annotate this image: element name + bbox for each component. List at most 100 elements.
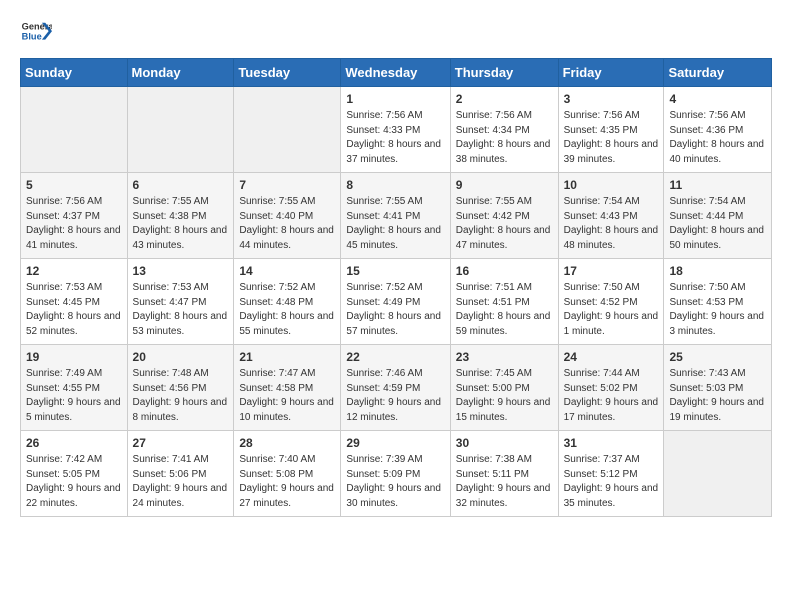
day-number: 8 xyxy=(346,178,444,192)
day-number: 20 xyxy=(133,350,229,364)
day-info: Sunrise: 7:56 AM Sunset: 4:37 PM Dayligh… xyxy=(26,195,122,253)
day-info: Sunrise: 7:50 AM Sunset: 4:53 PM Dayligh… xyxy=(669,281,766,339)
page: General Blue SundayMondayTuesdayWednesda… xyxy=(0,0,792,612)
day-number: 5 xyxy=(26,178,122,192)
day-info: Sunrise: 7:43 AM Sunset: 5:03 PM Dayligh… xyxy=(669,367,766,425)
weekday-header-thursday: Thursday xyxy=(450,59,558,87)
day-number: 17 xyxy=(564,264,659,278)
calendar-cell: 10 Sunrise: 7:54 AM Sunset: 4:43 PM Dayli… xyxy=(558,173,664,259)
day-number: 7 xyxy=(239,178,335,192)
day-number: 24 xyxy=(564,350,659,364)
calendar-cell: 3Sunrise: 7:56 AM Sunset: 4:35 PM Daylig… xyxy=(558,87,664,173)
calendar-cell: 19 Sunrise: 7:49 AM Sunset: 4:55 PM Dayli… xyxy=(21,345,128,431)
day-number: 14 xyxy=(239,264,335,278)
calendar-cell: 16 Sunrise: 7:51 AM Sunset: 4:51 PM Dayli… xyxy=(450,259,558,345)
day-number: 22 xyxy=(346,350,444,364)
calendar-cell: 6Sunrise: 7:55 AM Sunset: 4:38 PM Daylig… xyxy=(127,173,234,259)
calendar-cell: 22 Sunrise: 7:46 AM Sunset: 4:59 PM Dayli… xyxy=(341,345,450,431)
calendar-cell: 17Sunrise: 7:50 AM Sunset: 4:52 PM Dayli… xyxy=(558,259,664,345)
calendar-cell xyxy=(664,431,772,517)
calendar-cell: 11 Sunrise: 7:54 AM Sunset: 4:44 PM Dayli… xyxy=(664,173,772,259)
weekday-header-friday: Friday xyxy=(558,59,664,87)
day-info: Sunrise: 7:54 AM Sunset: 4:43 PM Dayligh… xyxy=(564,195,659,253)
day-number: 19 xyxy=(26,350,122,364)
day-info: Sunrise: 7:56 AM Sunset: 4:33 PM Dayligh… xyxy=(346,109,444,167)
calendar-cell xyxy=(127,87,234,173)
calendar-cell: 31Sunrise: 7:37 AM Sunset: 5:12 PM Dayli… xyxy=(558,431,664,517)
day-info: Sunrise: 7:55 AM Sunset: 4:40 PM Dayligh… xyxy=(239,195,335,253)
day-info: Sunrise: 7:40 AM Sunset: 5:08 PM Dayligh… xyxy=(239,453,335,511)
day-info: Sunrise: 7:53 AM Sunset: 4:45 PM Dayligh… xyxy=(26,281,122,339)
calendar-cell: 9 Sunrise: 7:55 AM Sunset: 4:42 PM Daylig… xyxy=(450,173,558,259)
day-number: 1 xyxy=(346,92,444,106)
day-number: 16 xyxy=(456,264,553,278)
weekday-header-monday: Monday xyxy=(127,59,234,87)
day-number: 25 xyxy=(669,350,766,364)
day-info: Sunrise: 7:55 AM Sunset: 4:41 PM Dayligh… xyxy=(346,195,444,253)
day-number: 3 xyxy=(564,92,659,106)
day-number: 29 xyxy=(346,436,444,450)
day-number: 6 xyxy=(133,178,229,192)
calendar-week-row: 19 Sunrise: 7:49 AM Sunset: 4:55 PM Dayli… xyxy=(21,345,772,431)
day-info: Sunrise: 7:47 AM Sunset: 4:58 PM Dayligh… xyxy=(239,367,335,425)
calendar-cell xyxy=(234,87,341,173)
calendar-week-row: 12 Sunrise: 7:53 AM Sunset: 4:45 PM Dayli… xyxy=(21,259,772,345)
weekday-header-sunday: Sunday xyxy=(21,59,128,87)
day-info: Sunrise: 7:53 AM Sunset: 4:47 PM Dayligh… xyxy=(133,281,229,339)
day-info: Sunrise: 7:41 AM Sunset: 5:06 PM Dayligh… xyxy=(133,453,229,511)
calendar-cell: 28Sunrise: 7:40 AM Sunset: 5:08 PM Dayli… xyxy=(234,431,341,517)
day-info: Sunrise: 7:51 AM Sunset: 4:51 PM Dayligh… xyxy=(456,281,553,339)
day-number: 26 xyxy=(26,436,122,450)
day-number: 11 xyxy=(669,178,766,192)
calendar-cell: 21 Sunrise: 7:47 AM Sunset: 4:58 PM Dayli… xyxy=(234,345,341,431)
day-number: 13 xyxy=(133,264,229,278)
day-info: Sunrise: 7:46 AM Sunset: 4:59 PM Dayligh… xyxy=(346,367,444,425)
calendar-cell: 24 Sunrise: 7:44 AM Sunset: 5:02 PM Dayli… xyxy=(558,345,664,431)
day-info: Sunrise: 7:54 AM Sunset: 4:44 PM Dayligh… xyxy=(669,195,766,253)
logo: General Blue xyxy=(20,16,52,48)
calendar-cell: 20 Sunrise: 7:48 AM Sunset: 4:56 PM Dayli… xyxy=(127,345,234,431)
calendar-cell: 27 Sunrise: 7:41 AM Sunset: 5:06 PM Dayli… xyxy=(127,431,234,517)
day-info: Sunrise: 7:45 AM Sunset: 5:00 PM Dayligh… xyxy=(456,367,553,425)
day-number: 12 xyxy=(26,264,122,278)
calendar-cell: 1 Sunrise: 7:56 AM Sunset: 4:33 PM Daylig… xyxy=(341,87,450,173)
calendar-cell: 8 Sunrise: 7:55 AM Sunset: 4:41 PM Daylig… xyxy=(341,173,450,259)
day-info: Sunrise: 7:38 AM Sunset: 5:11 PM Dayligh… xyxy=(456,453,553,511)
calendar-table: SundayMondayTuesdayWednesdayThursdayFrid… xyxy=(20,58,772,517)
calendar-cell: 7 Sunrise: 7:55 AM Sunset: 4:40 PM Daylig… xyxy=(234,173,341,259)
calendar-cell xyxy=(21,87,128,173)
day-number: 10 xyxy=(564,178,659,192)
day-number: 30 xyxy=(456,436,553,450)
calendar-week-row: 26 Sunrise: 7:42 AM Sunset: 5:05 PM Dayli… xyxy=(21,431,772,517)
weekday-header-tuesday: Tuesday xyxy=(234,59,341,87)
calendar-cell: 2Sunrise: 7:56 AM Sunset: 4:34 PM Daylig… xyxy=(450,87,558,173)
day-number: 2 xyxy=(456,92,553,106)
day-info: Sunrise: 7:55 AM Sunset: 4:42 PM Dayligh… xyxy=(456,195,553,253)
header: General Blue xyxy=(20,16,772,48)
day-info: Sunrise: 7:52 AM Sunset: 4:48 PM Dayligh… xyxy=(239,281,335,339)
day-info: Sunrise: 7:42 AM Sunset: 5:05 PM Dayligh… xyxy=(26,453,122,511)
calendar-week-row: 1 Sunrise: 7:56 AM Sunset: 4:33 PM Daylig… xyxy=(21,87,772,173)
day-number: 21 xyxy=(239,350,335,364)
calendar-cell: 15 Sunrise: 7:52 AM Sunset: 4:49 PM Dayli… xyxy=(341,259,450,345)
day-info: Sunrise: 7:48 AM Sunset: 4:56 PM Dayligh… xyxy=(133,367,229,425)
calendar-cell: 14 Sunrise: 7:52 AM Sunset: 4:48 PM Dayli… xyxy=(234,259,341,345)
day-number: 18 xyxy=(669,264,766,278)
day-number: 23 xyxy=(456,350,553,364)
day-info: Sunrise: 7:44 AM Sunset: 5:02 PM Dayligh… xyxy=(564,367,659,425)
calendar-week-row: 5 Sunrise: 7:56 AM Sunset: 4:37 PM Daylig… xyxy=(21,173,772,259)
day-info: Sunrise: 7:56 AM Sunset: 4:36 PM Dayligh… xyxy=(669,109,766,167)
calendar-cell: 23 Sunrise: 7:45 AM Sunset: 5:00 PM Dayli… xyxy=(450,345,558,431)
calendar-cell: 26 Sunrise: 7:42 AM Sunset: 5:05 PM Dayli… xyxy=(21,431,128,517)
weekday-header-saturday: Saturday xyxy=(664,59,772,87)
calendar-cell: 29 Sunrise: 7:39 AM Sunset: 5:09 PM Dayli… xyxy=(341,431,450,517)
day-number: 27 xyxy=(133,436,229,450)
calendar-cell: 25 Sunrise: 7:43 AM Sunset: 5:03 PM Dayli… xyxy=(664,345,772,431)
day-number: 9 xyxy=(456,178,553,192)
day-number: 15 xyxy=(346,264,444,278)
day-info: Sunrise: 7:49 AM Sunset: 4:55 PM Dayligh… xyxy=(26,367,122,425)
calendar-cell: 5 Sunrise: 7:56 AM Sunset: 4:37 PM Daylig… xyxy=(21,173,128,259)
day-info: Sunrise: 7:52 AM Sunset: 4:49 PM Dayligh… xyxy=(346,281,444,339)
day-info: Sunrise: 7:39 AM Sunset: 5:09 PM Dayligh… xyxy=(346,453,444,511)
calendar-cell: 13 Sunrise: 7:53 AM Sunset: 4:47 PM Dayli… xyxy=(127,259,234,345)
